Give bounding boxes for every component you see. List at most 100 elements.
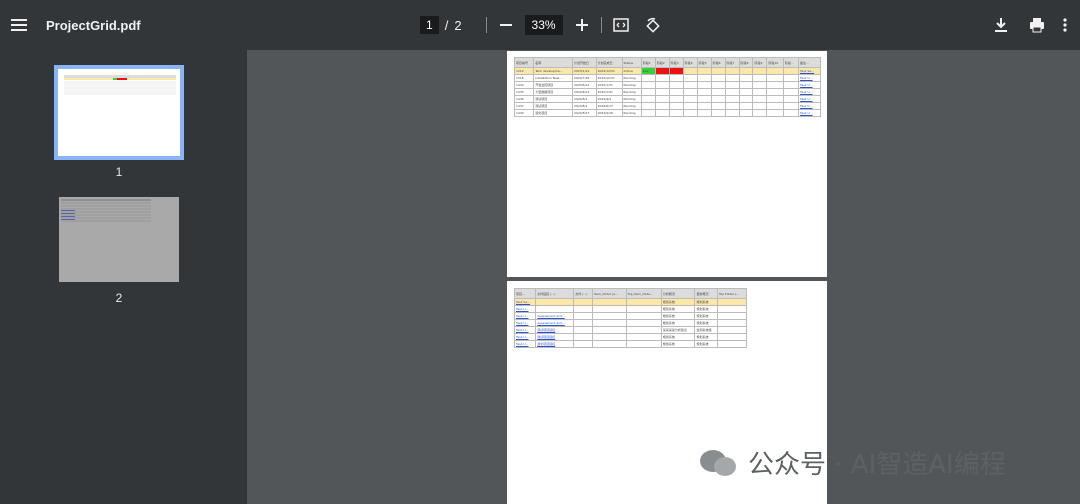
zoom-in-button[interactable] xyxy=(573,16,591,34)
column-header: 计划开始日 xyxy=(572,57,597,68)
table-cell xyxy=(682,81,698,89)
table-cell: Pending xyxy=(621,109,642,117)
table-cell: 规划系统 xyxy=(694,298,718,306)
thumbnail-label-1: 1 xyxy=(115,165,123,179)
zoom-level-input[interactable]: 33% xyxy=(524,15,563,35)
table-cell xyxy=(738,81,754,89)
more-options-icon[interactable] xyxy=(1060,16,1070,34)
watermark: 公众号 · AI智造AI编程 xyxy=(700,444,1006,481)
table-cell xyxy=(696,67,712,75)
column-header: 计划完成日 xyxy=(595,57,623,68)
table-row[interactable]: Task U... 测试项目链接 某某某某分析建议 监测系统组 xyxy=(513,326,748,334)
download-icon[interactable] xyxy=(992,16,1010,34)
thumbnail-label-2: 2 xyxy=(115,291,123,305)
page-thumbnail-2[interactable] xyxy=(59,197,179,282)
table-cell xyxy=(724,109,740,117)
print-icon[interactable] xyxy=(1028,16,1046,34)
table-row[interactable]: Task U... 退化项目链接 规划系统 规划系统 xyxy=(513,340,748,348)
column-header: 文件 (...) xyxy=(573,288,594,299)
fit-page-icon[interactable] xyxy=(612,16,630,34)
table-cell xyxy=(782,109,800,117)
table-cell xyxy=(724,74,740,82)
table-cell xyxy=(710,109,726,117)
table-cell: Task U... xyxy=(798,109,821,117)
zoom-out-button[interactable] xyxy=(497,16,515,34)
table-cell xyxy=(682,88,698,96)
table-cell: 规划系统 xyxy=(694,312,718,320)
column-header: 名称 xyxy=(533,57,574,68)
menu-icon[interactable] xyxy=(10,16,28,34)
table-cell xyxy=(738,102,754,110)
table-cell xyxy=(752,109,768,117)
table-cell xyxy=(654,74,670,82)
table-row[interactable]: 1435 大型数据项目 2024/6/12 2025/1/31 Pending Task … xyxy=(513,88,821,96)
table-cell xyxy=(752,95,768,103)
column-header: 阶段2 xyxy=(654,57,670,68)
table-cell xyxy=(782,95,800,103)
column-header: 阶段1 xyxy=(640,57,656,68)
document-title: ProjectGrid.pdf xyxy=(46,17,141,33)
toolbar-divider xyxy=(485,17,487,33)
table-cell: Pending xyxy=(621,102,642,110)
table-cell: Assessment and... xyxy=(535,312,575,320)
table-row[interactable]: 1437 测试项目 2024/8/1 2024/9/17 Pending Task U..… xyxy=(513,102,821,110)
table-cell xyxy=(625,312,662,320)
table-row[interactable]: 1212 Tank developme... 2023/1/21 2024/12/31… xyxy=(513,67,821,75)
table-cell xyxy=(710,88,726,96)
table-cell xyxy=(592,312,627,320)
table-cell xyxy=(724,95,740,103)
table-row[interactable]: Task U... 规划系统 规划系统 xyxy=(513,305,748,313)
table-cell xyxy=(782,102,800,110)
table-row[interactable]: Task Se... 规划系统 规划系统 xyxy=(513,298,748,306)
column-header: Item_folder (a... xyxy=(592,288,627,299)
pdf-toolbar: ProjectGrid.pdf 1 / 2 33% xyxy=(0,0,1080,50)
wechat-logo-icon xyxy=(700,446,740,480)
toolbar-divider xyxy=(600,17,602,33)
table-cell: Task U... xyxy=(513,312,537,320)
column-header: 阶段5 xyxy=(696,57,712,68)
table-cell xyxy=(625,326,662,334)
table-cell: Installation New... xyxy=(533,74,574,82)
table-row[interactable]: Task U... Assessment and... 规划系统 规划系统 xyxy=(513,319,748,327)
table-cell: 规划系统 xyxy=(660,298,696,306)
table-row[interactable]: Task U... 测试项目链接 规划系统 规划系统 xyxy=(513,333,748,341)
table-row[interactable]: 1439 退化项目 2024/8/17 2024/9/26 Pending Task U.… xyxy=(513,109,821,117)
table-cell xyxy=(738,109,754,117)
table-cell xyxy=(716,319,748,327)
table-cell xyxy=(654,81,670,89)
table-row[interactable]: 1436 测试项目 2024/8/1 2024/9/4 Pending Task U... xyxy=(513,95,821,103)
table-cell: 2025/1/31 xyxy=(595,81,623,89)
table-cell xyxy=(640,102,656,110)
table-cell xyxy=(782,74,800,82)
table-cell xyxy=(766,74,784,82)
table-row[interactable]: Task U... Assessment and... 规划系统 规划系统 xyxy=(513,312,748,320)
table-cell xyxy=(766,67,784,75)
table-cell xyxy=(710,81,726,89)
page-thumbnail-1[interactable] xyxy=(54,65,184,160)
table-row[interactable]: 1316 Installation New... 2024/7/26 2024/12/… xyxy=(513,74,821,82)
table-cell xyxy=(668,81,684,89)
table-cell: 2023/1/21 xyxy=(572,67,597,75)
table-row[interactable]: 1434 开发监控项目 2024/6/12 2025/1/31 Pending Task … xyxy=(513,81,821,89)
table-cell xyxy=(682,74,698,82)
column-header: Top_Item_folde... xyxy=(625,288,662,299)
table-cell xyxy=(640,95,656,103)
toolbar-left: ProjectGrid.pdf xyxy=(10,0,141,50)
table-cell: 开发监控项目 xyxy=(533,81,574,89)
column-header: 阶段3 xyxy=(668,57,684,68)
table-cell xyxy=(654,102,670,110)
table-cell xyxy=(710,67,726,75)
table-cell: 1436 xyxy=(513,95,535,103)
table-cell xyxy=(716,312,748,320)
table-cell: Pending xyxy=(621,81,642,89)
table-cell: 2024/9/4 xyxy=(595,95,623,103)
page-number-input[interactable]: 1 xyxy=(420,16,439,34)
table-cell xyxy=(640,74,656,82)
table-cell xyxy=(573,333,594,341)
table-cell: Assessment and... xyxy=(535,319,575,327)
pdf-page-1: 项目编号 名称 计划开始日 计划完成日 Status 阶段1 阶段2 阶段3 阶段4 阶段5 阶段6… xyxy=(507,51,827,277)
rotate-icon[interactable] xyxy=(644,16,662,34)
table-cell: 规划系统 xyxy=(660,312,696,320)
table-cell xyxy=(738,88,754,96)
table-cell: 规划系统 xyxy=(660,305,696,313)
